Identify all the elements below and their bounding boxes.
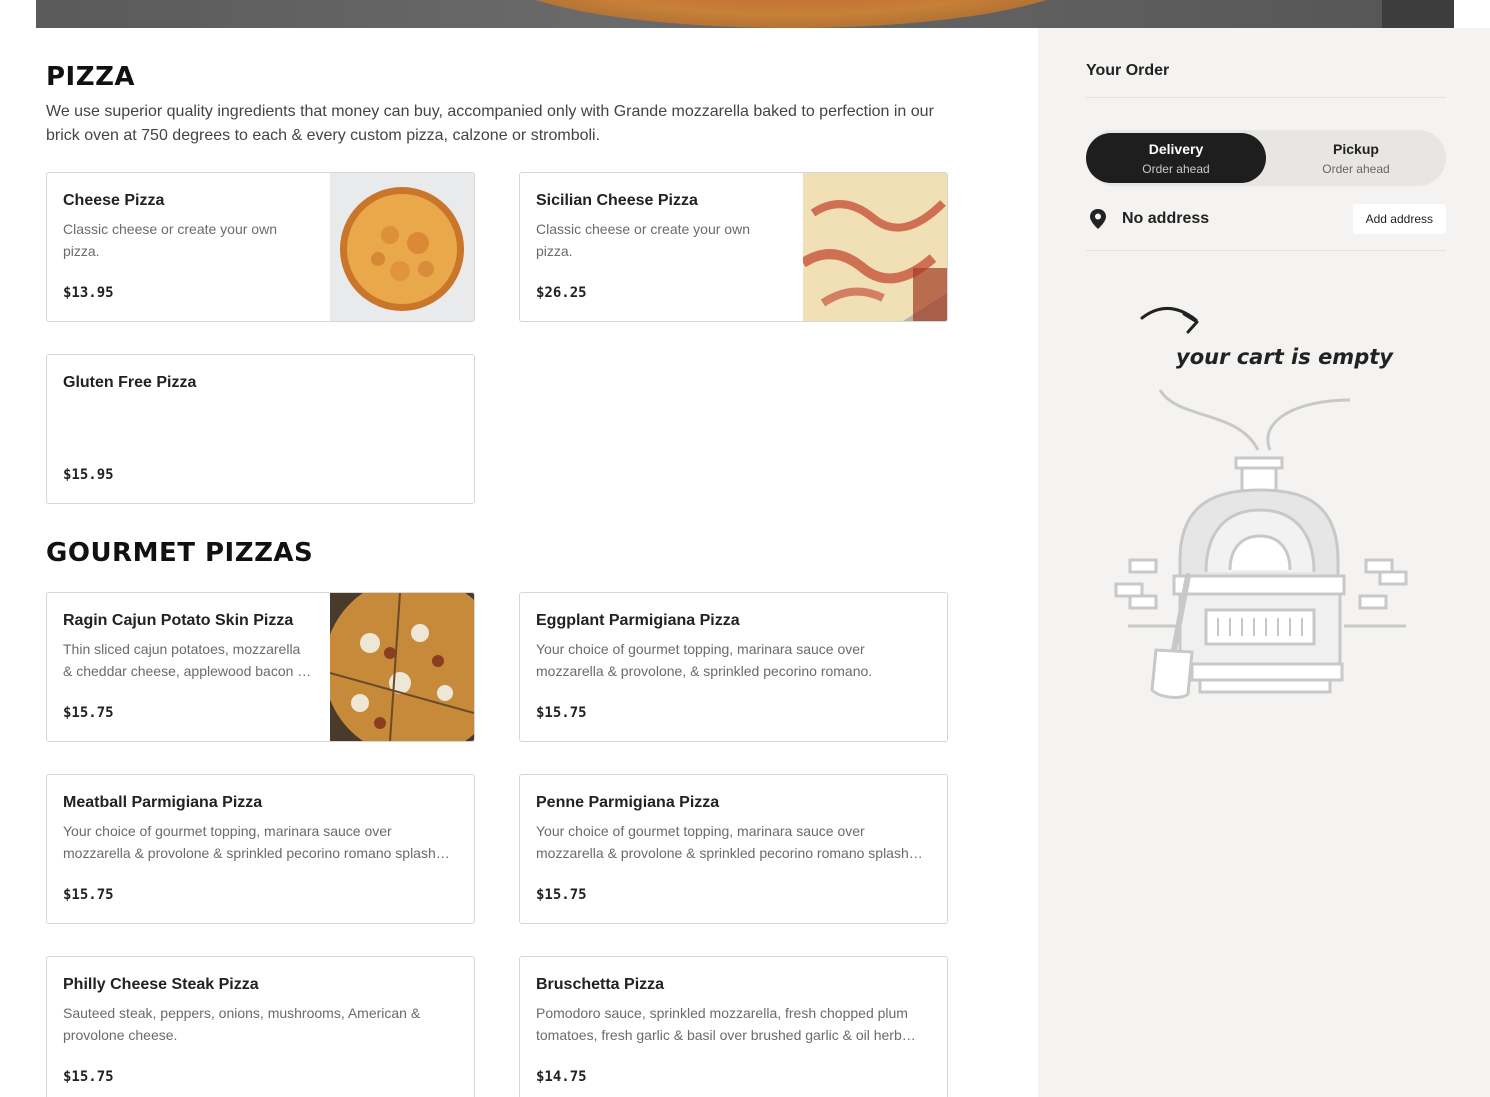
menu-item-description: Classic cheese or create your own pizza.	[63, 221, 277, 259]
menu-item-card[interactable]: Meatball Parmigiana Pizza Your choice of…	[46, 774, 475, 924]
menu-item-card[interactable]: Gluten Free Pizza $15.95	[46, 354, 475, 504]
delivery-label: Delivery	[1148, 141, 1204, 157]
menu-item-price: $15.75	[63, 705, 114, 721]
menu-item-description: Your choice of gourmet topping, marinara…	[536, 823, 923, 861]
menu-item-price: $14.75	[536, 1069, 587, 1085]
pickup-label: Pickup	[1333, 141, 1379, 157]
menu-content: PIZZA We use superior quality ingredient…	[0, 28, 1038, 1097]
menu-item-price: $26.25	[536, 285, 587, 301]
order-sidebar: Your Order Delivery Order ahead Pickup O…	[1038, 28, 1490, 1097]
menu-item-card[interactable]: Penne Parmigiana Pizza Your choice of go…	[519, 774, 948, 924]
cajun-pizza-photo	[330, 593, 474, 741]
pickup-sublabel: Order ahead	[1322, 162, 1390, 176]
menu-item-price: $15.75	[63, 887, 114, 903]
menu-item-name: Philly Cheese Steak Pizza	[63, 976, 259, 993]
menu-item-name: Penne Parmigiana Pizza	[536, 794, 720, 811]
menu-item-description: Your choice of gourmet topping, marinara…	[536, 641, 873, 679]
menu-item-name: Ragin Cajun Potato Skin Pizza	[63, 612, 294, 629]
section-title-gourmet-pizzas: GOURMET PIZZAS	[46, 538, 314, 568]
menu-item-card[interactable]: Sicilian Cheese Pizza Classic cheese or …	[519, 172, 948, 322]
menu-item-name: Eggplant Parmigiana Pizza	[536, 612, 740, 629]
menu-item-price: $13.95	[63, 285, 114, 301]
curved-arrow-icon	[1140, 307, 1198, 322]
menu-item-card[interactable]: Cheese Pizza Classic cheese or create yo…	[46, 172, 475, 322]
hero-banner	[36, 0, 1454, 28]
address-label: No address	[1122, 210, 1210, 227]
menu-item-price: $15.75	[536, 705, 587, 721]
section-description-pizza: We use superior quality ingredients that…	[46, 103, 934, 144]
menu-item-card[interactable]: Eggplant Parmigiana Pizza Your choice of…	[519, 592, 948, 742]
menu-item-description: Sauteed steak, peppers, onions, mushroom…	[63, 1005, 421, 1043]
hero-pizza-image	[491, 0, 1091, 28]
empty-cart-caption: your cart is empty	[1176, 345, 1394, 369]
menu-item-name: Meatball Parmigiana Pizza	[63, 794, 263, 811]
divider	[1086, 97, 1446, 98]
delivery-option[interactable]: Delivery Order ahead	[1086, 133, 1266, 183]
menu-item-name: Cheese Pizza	[63, 192, 165, 209]
menu-item-description: Thin sliced cajun potatoes, mozzarella &…	[63, 641, 312, 679]
map-pin-icon	[1088, 208, 1108, 235]
menu-item-name: Sicilian Cheese Pizza	[536, 192, 698, 209]
hero-banner-edge	[1382, 0, 1454, 28]
section-title-pizza: PIZZA	[46, 62, 136, 92]
pickup-option[interactable]: Pickup Order ahead	[1266, 133, 1446, 183]
cheese-pizza-photo	[330, 173, 474, 321]
menu-item-price: $15.95	[63, 467, 114, 483]
order-title: Your Order	[1086, 62, 1170, 79]
menu-item-price: $15.75	[63, 1069, 114, 1085]
delivery-sublabel: Order ahead	[1142, 162, 1210, 176]
menu-item-description: Your choice of gourmet topping, marinara…	[63, 823, 450, 861]
sicilian-pizza-photo	[803, 173, 947, 321]
menu-item-price: $15.75	[536, 887, 587, 903]
menu-item-card[interactable]: Philly Cheese Steak Pizza Sauteed steak,…	[46, 956, 475, 1097]
menu-item-description: Classic cheese or create your own pizza.	[536, 221, 750, 259]
divider	[1086, 250, 1446, 251]
menu-item-description: Pomodoro sauce, sprinkled mozzarella, fr…	[536, 1005, 916, 1043]
add-address-button[interactable]: Add address	[1352, 204, 1446, 234]
fulfillment-toggle: Delivery Order ahead Pickup Order ahead	[1086, 130, 1446, 186]
empty-cart-illustration: your cart is empty	[1108, 290, 1428, 710]
address-row: No address Add address	[1086, 204, 1446, 234]
menu-item-card[interactable]: Bruschetta Pizza Pomodoro sauce, sprinkl…	[519, 956, 948, 1097]
menu-item-name: Gluten Free Pizza	[63, 374, 197, 391]
menu-item-card[interactable]: Ragin Cajun Potato Skin Pizza Thin slice…	[46, 592, 475, 742]
menu-item-name: Bruschetta Pizza	[536, 976, 665, 993]
